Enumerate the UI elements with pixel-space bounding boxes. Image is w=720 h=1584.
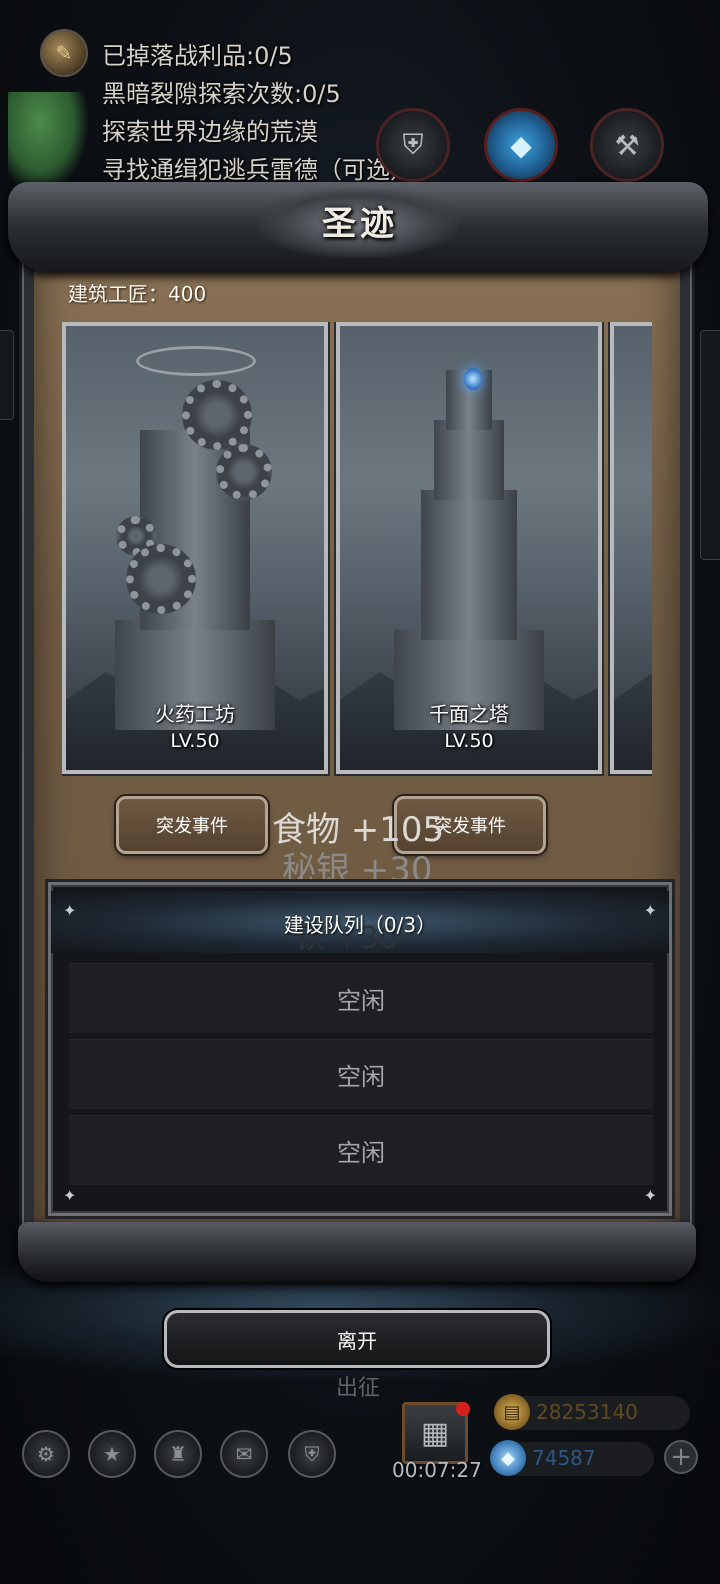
corner-ornament: ✦ — [643, 901, 657, 920]
gold-coin-icon: ▤ — [494, 1394, 530, 1430]
queue-slot[interactable]: 空闲 — [69, 1115, 653, 1185]
gem-amount: 74587 — [532, 1446, 596, 1470]
quest-item[interactable]: 黑暗裂隙探索次数:0/5 — [40, 72, 414, 110]
event-button[interactable]: 突发事件 — [394, 796, 546, 854]
corner-ornament: ✦ — [63, 1186, 77, 1205]
quest-tracker: ✎ 已掉落战利品:0/5 黑暗裂隙探索次数:0/5 探索世界边缘的荒漠 寻找通缉… — [40, 29, 414, 186]
building-card[interactable]: 千面之塔 LV.50 — [334, 322, 604, 776]
queue-slot-status: 空闲 — [337, 1063, 385, 1091]
corner-ornament: ✦ — [63, 901, 77, 920]
quest-item[interactable]: 寻找通缉犯逃兵雷德（可选） — [40, 148, 414, 186]
corner-ornament: ✦ — [643, 1186, 657, 1205]
craftsman-count: 建筑工匠：400 — [68, 282, 207, 306]
building-name: 火药工坊 — [155, 702, 235, 726]
build-queue-title: 建设队列（0/3） — [283, 913, 437, 937]
leave-button-label: 离开 — [337, 1328, 377, 1353]
crystal-orb-icon — [464, 368, 482, 390]
event-button-label: 突发事件 — [434, 816, 506, 837]
building-name: 千面之塔 — [429, 702, 509, 726]
queue-slot-status: 空闲 — [337, 1139, 385, 1167]
notification-dot — [456, 1402, 470, 1416]
quest-item[interactable]: ✎ 已掉落战利品:0/5 — [40, 29, 414, 77]
building-carousel[interactable]: 火药工坊 LV.50 千面之塔 LV.50 — [62, 322, 652, 778]
building-card[interactable] — [608, 322, 652, 776]
building-level: LV.50 — [444, 730, 494, 752]
expedition-label[interactable]: 出征 — [330, 1370, 386, 1402]
queue-slot[interactable]: 空闲 — [69, 963, 653, 1033]
quest-text: 探索世界边缘的荒漠 — [102, 117, 318, 146]
armor-button[interactable]: ⛨ — [376, 108, 450, 182]
forge-button[interactable]: ⚒ — [590, 108, 664, 182]
quest-text: 寻找通缉犯逃兵雷德（可选） — [102, 155, 414, 184]
leave-button[interactable]: 离开 — [164, 1310, 550, 1368]
left-edge-tab — [0, 330, 14, 420]
quest-text: 已掉落战利品:0/5 — [102, 41, 293, 70]
achievement-icon[interactable]: ★ — [88, 1430, 136, 1478]
settings-icon[interactable]: ⚙ — [22, 1430, 70, 1478]
quest-text: 黑暗裂隙探索次数:0/5 — [102, 79, 341, 108]
building-art — [614, 326, 652, 770]
event-button-label: 突发事件 — [156, 816, 228, 837]
queue-slot[interactable]: 空闲 — [69, 1039, 653, 1109]
add-gems-button[interactable]: + — [664, 1440, 698, 1474]
right-edge-tab — [700, 330, 720, 560]
gold-amount: 28253140 — [536, 1400, 638, 1424]
building-card[interactable]: 火药工坊 LV.50 — [62, 322, 330, 776]
event-button[interactable]: 突发事件 — [116, 796, 268, 854]
castle-icon[interactable]: ♜ — [154, 1430, 202, 1478]
building-level: LV.50 — [170, 730, 220, 752]
queue-slot-status: 空闲 — [337, 987, 385, 1015]
gem-icon: ◆ — [490, 1440, 526, 1476]
crystal-button[interactable]: ◆ — [484, 108, 558, 182]
shield-icon[interactable]: ⛨ — [288, 1430, 336, 1478]
scroll-icon: ✎ — [40, 29, 88, 77]
quest-item[interactable]: 探索世界边缘的荒漠 — [40, 110, 414, 148]
gift-timer: 00:07:27 — [392, 1458, 482, 1482]
mail-icon[interactable]: ✉ — [220, 1430, 268, 1478]
dialog-bottom-frame — [18, 1222, 696, 1282]
build-queue-panel: 铁 +30 建设队列（0/3） ✦ ✦ ✦ ✦ 空闲 空闲 空闲 — [48, 882, 672, 1216]
dialog-title: 圣迹 — [322, 204, 398, 244]
